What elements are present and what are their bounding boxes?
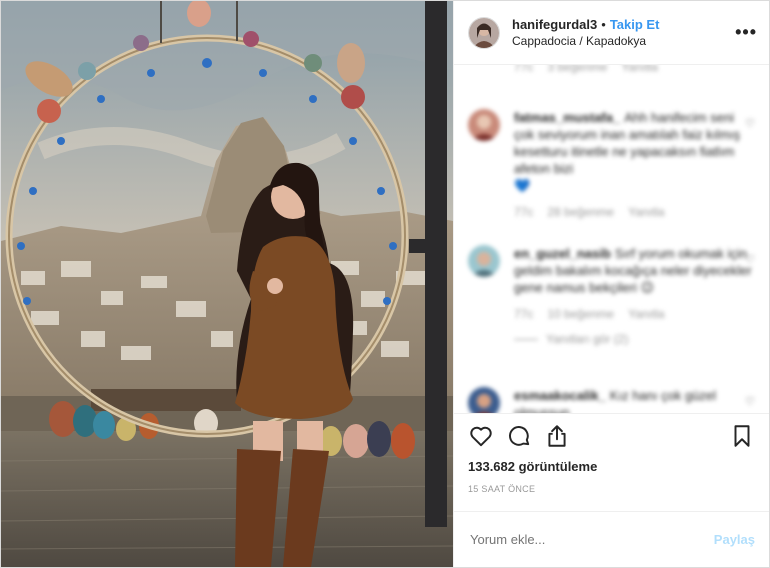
comment-item: esmaakocalik_ Kız hanı çok güzel olmuşsun… bbox=[468, 387, 755, 413]
post-side-panel: hanifegurdal3 • Takip Et Cappadocia / Kapa… bbox=[453, 1, 769, 567]
more-horizontal-icon[interactable]: ••• bbox=[735, 22, 757, 43]
comment-like-icon[interactable]: ♡ bbox=[745, 395, 755, 408]
commenter-username[interactable]: fatmas_mustafa_ bbox=[514, 110, 620, 125]
comment-item: fatmas_mustafa_ Ahh hanifecim seni çok se… bbox=[468, 109, 755, 221]
comment-like-icon[interactable]: ♡ bbox=[745, 253, 755, 266]
commenter-username[interactable]: esmaakocalik_ bbox=[514, 388, 606, 403]
comment-likes[interactable]: 28 beğenme bbox=[547, 205, 614, 219]
comment-emoji: 😉 bbox=[640, 280, 655, 295]
comment-time: 77c bbox=[514, 307, 534, 321]
comment-emoji: 💙 bbox=[514, 178, 531, 193]
post-timestamp[interactable]: 15 SAAT ÖNCE bbox=[454, 481, 769, 511]
header-separator: • bbox=[601, 16, 606, 32]
comment-like-icon[interactable]: ♡ bbox=[745, 117, 755, 130]
post-comment-button[interactable]: Paylaş bbox=[714, 532, 755, 547]
view-replies-button[interactable]: Yanıtları gör (2) bbox=[514, 331, 755, 348]
comment-reply-button[interactable]: Yanıtla bbox=[621, 65, 657, 74]
comments-list[interactable]: 77c 3 beğenme Yanıtla fatmas_mustafa_ Ahh h… bbox=[454, 65, 769, 413]
comment-item: 77c 3 beğenme Yanıtla bbox=[468, 65, 755, 91]
bookmark-icon[interactable] bbox=[729, 423, 755, 449]
author-avatar[interactable] bbox=[468, 16, 500, 49]
post-header: hanifegurdal3 • Takip Et Cappadocia / Kapa… bbox=[454, 1, 769, 65]
comment-icon[interactable] bbox=[506, 423, 532, 449]
post-photo[interactable] bbox=[1, 1, 453, 567]
post-dialog: hanifegurdal3 • Takip Et Cappadocia / Kapa… bbox=[0, 0, 770, 568]
add-comment-bar: Paylaş bbox=[454, 511, 769, 567]
commenter-avatar[interactable] bbox=[468, 109, 500, 141]
comment-input[interactable] bbox=[468, 531, 714, 548]
heart-icon[interactable] bbox=[468, 423, 494, 449]
commenter-avatar[interactable] bbox=[468, 245, 500, 277]
comment-reply-button[interactable]: Yanıtla bbox=[628, 307, 664, 321]
follow-button[interactable]: Takip Et bbox=[610, 17, 660, 32]
author-username[interactable]: hanifegurdal3 bbox=[512, 17, 597, 32]
commenter-avatar[interactable] bbox=[468, 387, 500, 413]
post-actions-bar bbox=[454, 413, 769, 457]
comment-item: en_guzel_nasib Sırf yorum okumak için gel… bbox=[468, 245, 755, 348]
comment-reply-button[interactable]: Yanıtla bbox=[628, 205, 664, 219]
share-icon[interactable] bbox=[544, 423, 570, 449]
commenter-username[interactable]: en_guzel_nasib bbox=[514, 246, 611, 261]
cappadocia-photo bbox=[1, 1, 453, 567]
view-replies-label[interactable]: Yanıtları gör (2) bbox=[546, 332, 628, 346]
comment-meta: 77c 3 beğenme Yanıtla bbox=[514, 65, 755, 76]
comment-time: 77c bbox=[514, 65, 534, 74]
comment-likes[interactable]: 10 beğenme bbox=[547, 307, 614, 321]
view-count[interactable]: 133.682 görüntüleme bbox=[454, 457, 769, 477]
comment-meta: 77c 28 beğenme Yanıtla bbox=[514, 204, 755, 221]
post-location[interactable]: Cappadocia / Kapadokya bbox=[512, 33, 735, 49]
comment-likes[interactable]: 3 beğenme bbox=[547, 65, 607, 74]
comment-time: 77c bbox=[514, 205, 534, 219]
comment-meta: 77c 10 beğenme Yanıtla bbox=[514, 306, 755, 323]
